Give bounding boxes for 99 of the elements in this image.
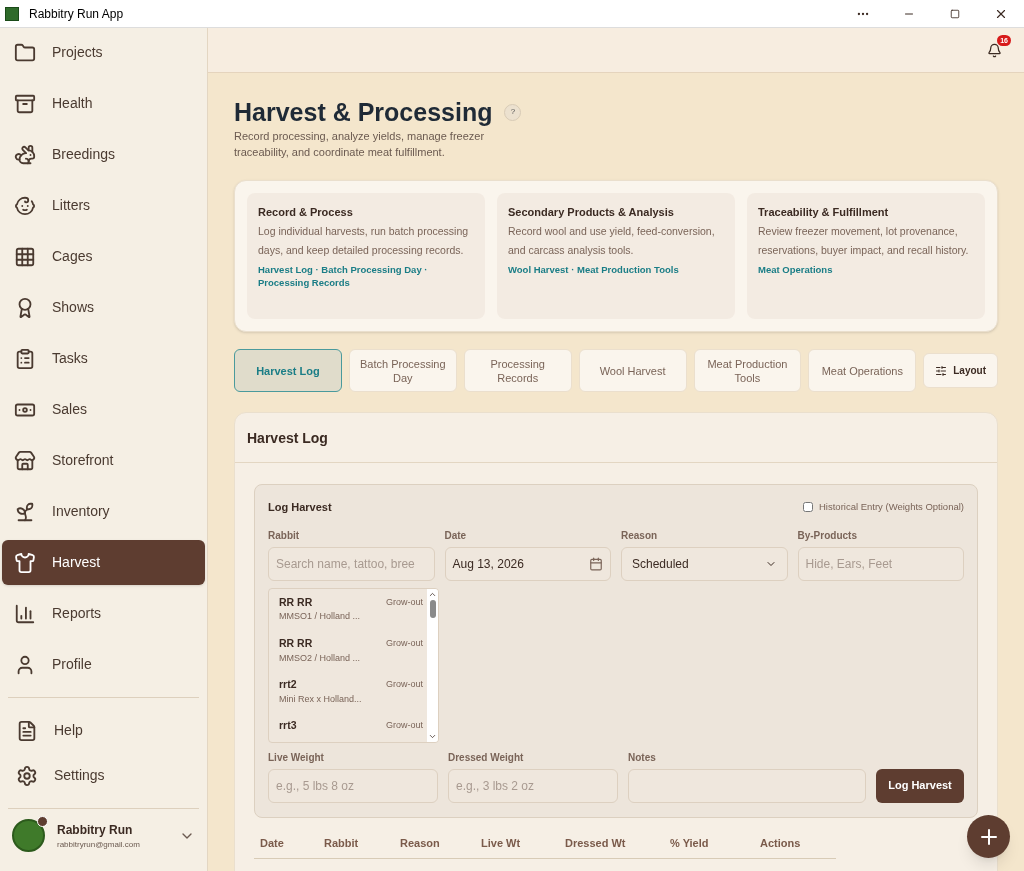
panel-title: Record & Process (258, 205, 354, 220)
sidebar-item[interactable]: Inventory (2, 489, 205, 534)
field-label: Notes (628, 750, 657, 765)
sidebar-item[interactable]: Profile (2, 642, 205, 687)
tab[interactable]: Wool Harvest (578, 349, 687, 392)
field-label: Reason (621, 528, 659, 543)
rabbit-status: Grow-out (386, 719, 423, 733)
help-button[interactable]: ? (504, 103, 522, 121)
bell-icon[interactable] (987, 42, 1002, 58)
page-title: Harvest & Processing (234, 97, 493, 127)
field-label: Date (444, 528, 468, 543)
live-weight-field[interactable]: e.g., 5 lbs 8 oz (268, 768, 438, 803)
rabbit-search-field[interactable]: Search name, tattoo, bree (268, 546, 435, 581)
panel-links[interactable]: Harvest Log · Batch Processing Day · Processing Records (258, 262, 474, 289)
sidebar-item[interactable]: Cages (2, 234, 205, 279)
sidebar-item[interactable]: Breedings (2, 132, 205, 177)
sidebar-item[interactable]: Harvest (2, 540, 205, 585)
sidebar-item[interactable]: Tasks (2, 336, 205, 381)
panel-title: Secondary Products & Analysis (508, 205, 675, 220)
field-label: Rabbit (268, 528, 301, 543)
by-products-field[interactable]: Hide, Ears, Feet (797, 546, 964, 581)
archive-box-icon (14, 92, 36, 115)
field-label: Dressed Weight (448, 750, 525, 765)
rabbit-status: Grow-out (386, 678, 423, 692)
sidebar-item[interactable]: Sales (2, 387, 205, 432)
store-icon (14, 449, 36, 472)
rabbit-name: RR RR (279, 635, 313, 651)
shirt-icon (14, 551, 36, 574)
avatar (12, 819, 45, 852)
app-logo-icon (5, 6, 19, 21)
sidebar-item[interactable]: Shows (2, 285, 205, 330)
scrollbar[interactable] (427, 588, 438, 742)
rabbit-detail: MMSO2 / Holland ... (279, 651, 362, 665)
rabbit-status: Grow-out (386, 636, 423, 650)
sliders-icon (935, 364, 948, 377)
sidebar-item[interactable]: Settings (0, 753, 207, 798)
window-title: Rabbitry Run App (29, 5, 124, 23)
account-name: Rabbitry Run (57, 821, 134, 839)
checkbox-label: Historical Entry (Weights Optional) (819, 500, 964, 515)
reason-dropdown[interactable]: Scheduled (621, 546, 788, 581)
tab[interactable]: Meat Operations (808, 349, 917, 392)
rabbit-status: Grow-out (386, 595, 423, 609)
column-header: Date (260, 835, 285, 851)
column-header: Actions (760, 835, 802, 851)
rabbit-option[interactable]: rrt2 Grow-out Mini Rex x Holland... (279, 677, 423, 707)
log-harvest-button[interactable]: Log Harvest (876, 768, 964, 803)
sidebar-item[interactable]: Storefront (2, 438, 205, 483)
dressed-weight-field[interactable]: e.g., 3 lbs 2 oz (448, 768, 618, 803)
panel-title: Traceability & Fulfillment (758, 205, 890, 220)
sidebar-item[interactable]: Help (0, 708, 207, 753)
baby-icon (14, 194, 36, 217)
column-header: Reason (400, 835, 441, 851)
panel-text: Record wool and use yield, feed-conversion, and carcass analysis tools. (508, 223, 716, 258)
column-header: Live Wt (481, 835, 522, 851)
rabbit-icon (14, 143, 36, 166)
document-icon (16, 719, 38, 742)
section-title: Harvest Log (235, 413, 997, 463)
historical-entry-checkbox[interactable] (803, 502, 813, 513)
scrollbar-thumb[interactable] (429, 599, 436, 618)
field-label: By-Products (797, 528, 858, 543)
status-badge (37, 816, 48, 827)
tab[interactable]: Meat Production Tools (693, 349, 802, 392)
rabbit-name: rrt2 (279, 677, 297, 692)
tab[interactable]: Processing Records (463, 349, 572, 392)
settings-icon (16, 764, 38, 787)
rabbit-detail: MMSO1 / Holland ... (279, 610, 362, 624)
date-field[interactable]: Aug 13, 2026 (444, 546, 611, 581)
sidebar-item[interactable]: Health (2, 81, 205, 126)
page-subtitle: Record processing, analyze yields, manage freezer traceability, and coordinate meat fulfillment. (234, 129, 486, 160)
field-label: Live Weight (268, 750, 325, 765)
column-header: Rabbit (324, 835, 360, 851)
panel-text: Log individual harvests, run batch processing days, and keep detailed processing records. (258, 223, 470, 258)
panel-links[interactable]: Meat Operations (758, 262, 974, 276)
calendar-icon[interactable] (589, 556, 603, 571)
rabbit-option[interactable]: RR RR Grow-out MMSO1 / Holland ... (279, 594, 423, 624)
maximize-icon[interactable] (950, 8, 960, 19)
form-title: Log Harvest (268, 500, 332, 515)
sidebar-item[interactable]: Reports (2, 591, 205, 636)
column-header: Dressed Wt (565, 835, 627, 851)
notes-field[interactable] (628, 768, 866, 803)
rabbit-detail: Mini Rex x Holland... (279, 692, 363, 706)
rabbit-option[interactable]: RR RR Grow-out MMSO2 / Holland ... (279, 635, 423, 665)
panel-links[interactable]: Wool Harvest · Meat Production Tools (508, 262, 724, 276)
tab[interactable]: Harvest Log (234, 349, 342, 392)
rabbit-name: RR RR (279, 594, 313, 610)
tab[interactable]: Batch Processing Day (348, 349, 457, 392)
account-email: rabbitryrun@gmail.com (57, 838, 140, 851)
layout-button[interactable]: Layout (923, 353, 999, 388)
sidebar-item[interactable]: Litters (2, 183, 205, 228)
panel-text: Review freezer movement, lot provenance, reservations, buyer impact, and recall history. (758, 223, 970, 258)
clipboard-icon (14, 347, 36, 370)
rabbit-name: rrt3 (279, 718, 297, 734)
bar-chart-icon (14, 602, 36, 625)
grid-icon (14, 245, 36, 268)
folder-icon (14, 41, 36, 64)
column-header: % Yield (670, 835, 710, 851)
sidebar-item[interactable]: Projects (2, 30, 205, 75)
sprout-icon (14, 500, 36, 523)
rabbit-option[interactable]: rrt3 Grow-out (279, 718, 423, 734)
